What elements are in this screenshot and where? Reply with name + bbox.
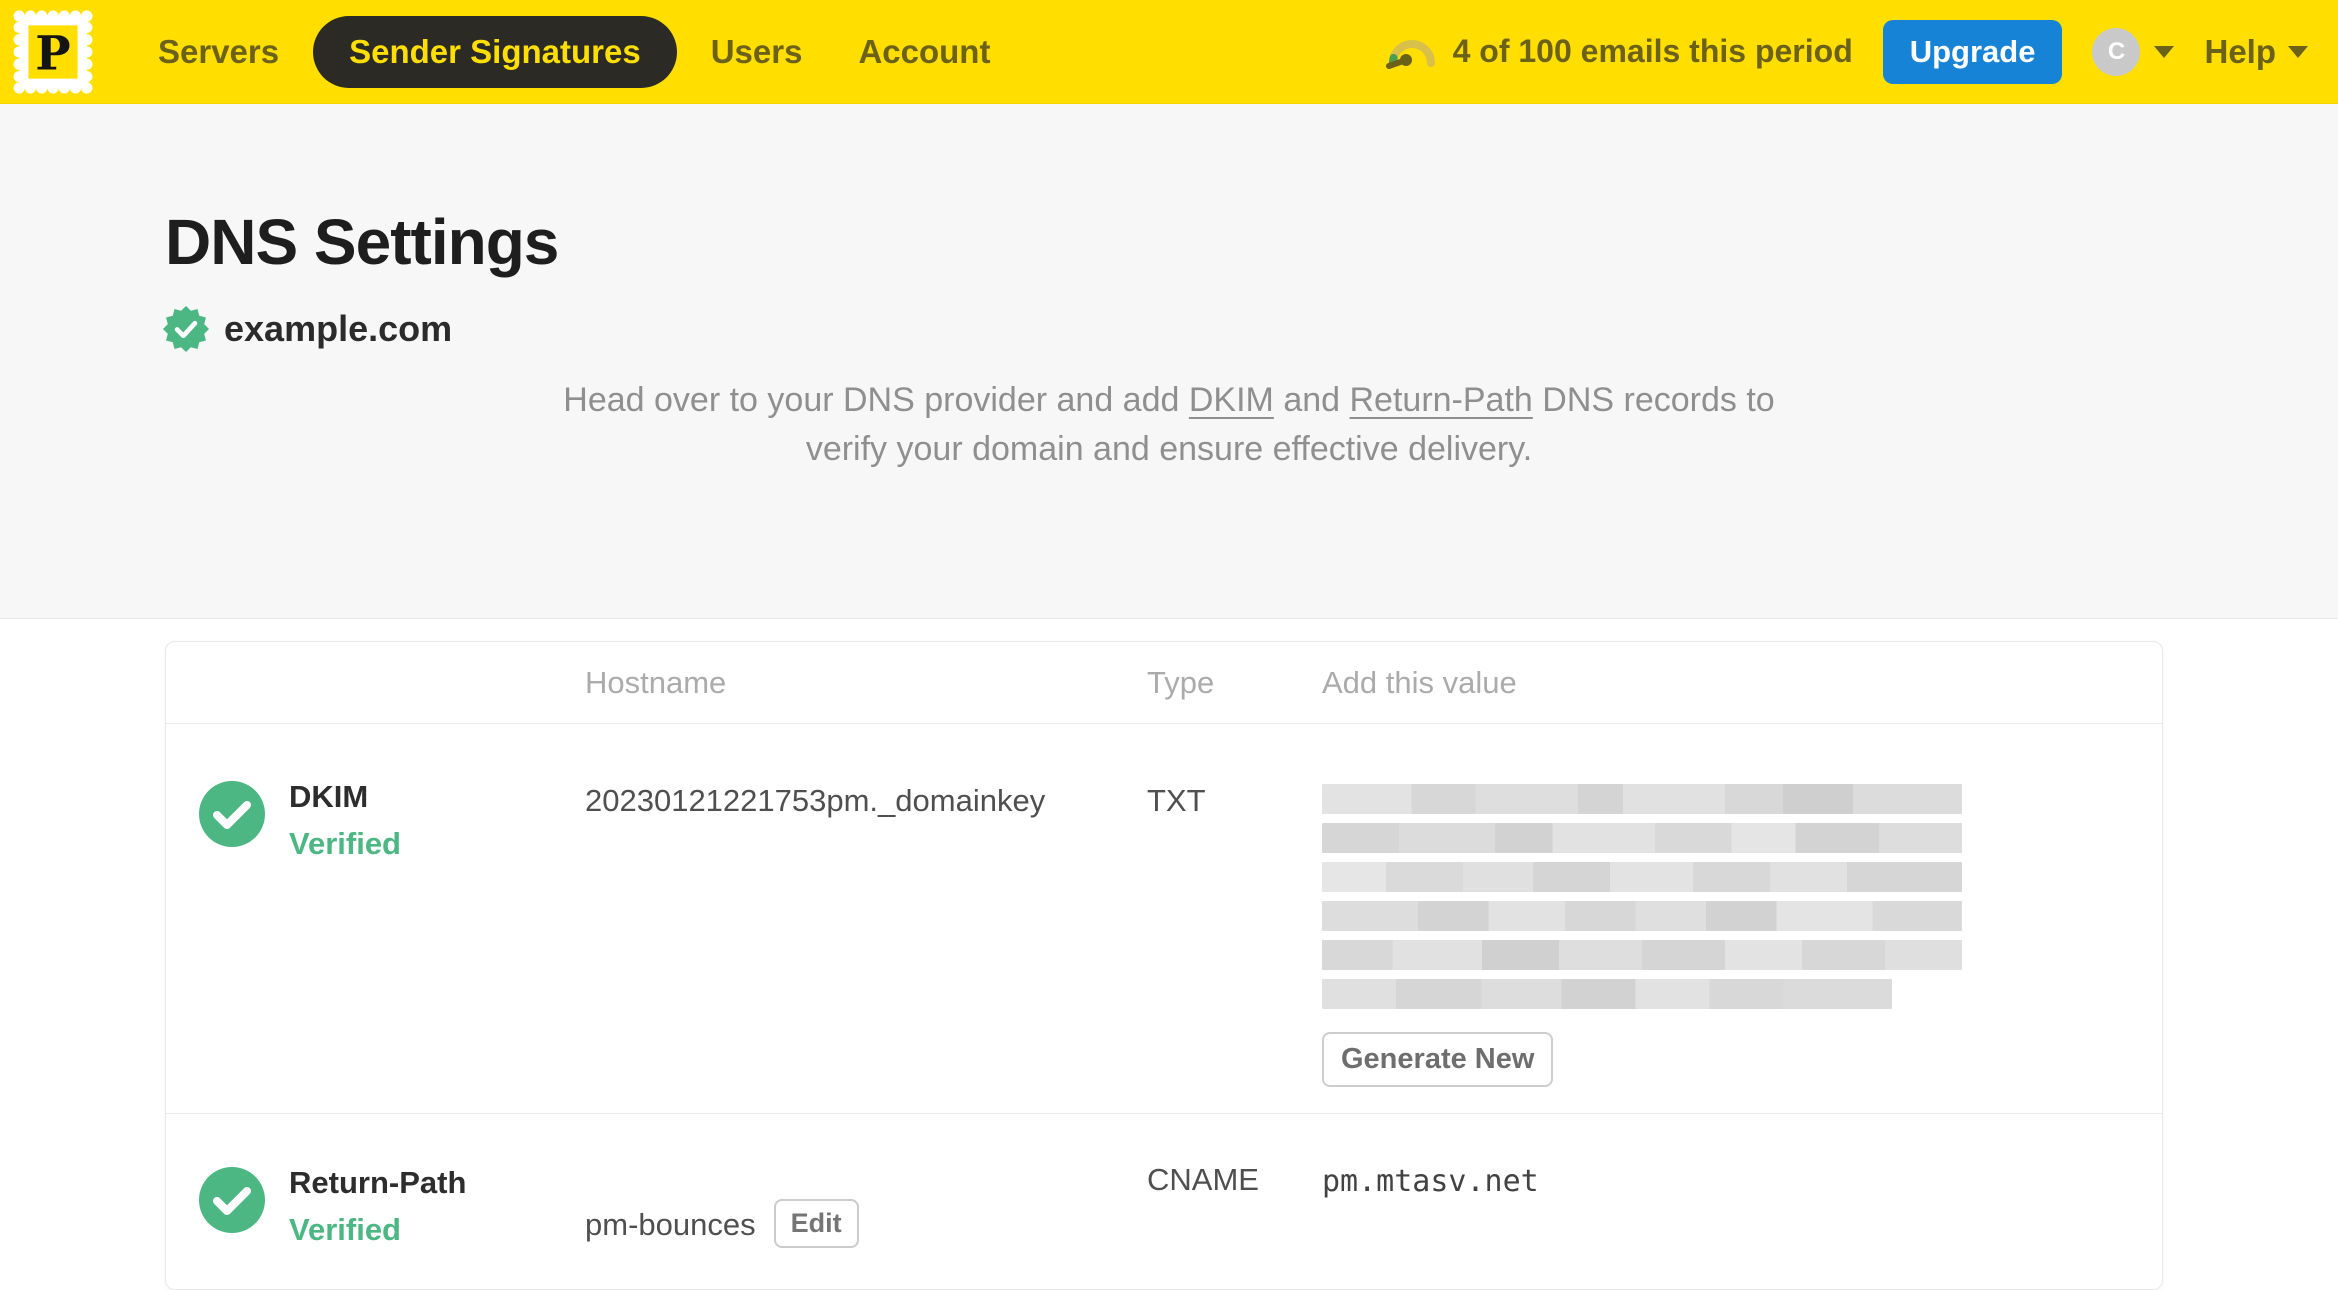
- redacted-value-line: [1322, 979, 1892, 1009]
- dkim-status-text: DKIM Verified: [289, 779, 401, 1113]
- primary-nav: Servers Sender Signatures Users Account: [136, 15, 1012, 88]
- avatar: C: [2092, 27, 2141, 76]
- return-path-status-text: Return-Path Verified: [289, 1165, 466, 1289]
- description-text: and: [1273, 381, 1350, 419]
- nav-item-account[interactable]: Account: [836, 19, 1012, 85]
- table-header-row: Hostname Type Add this value: [166, 642, 2162, 723]
- column-header-type: Type: [1147, 664, 1215, 700]
- record-name: Return-Path: [289, 1165, 467, 1200]
- nav-item-users[interactable]: Users: [689, 19, 825, 85]
- description-text: Head over to your DNS provider and add: [563, 381, 1189, 419]
- dkim-value-cell: Generate New: [1314, 724, 2162, 1113]
- page-description: Head over to your DNS provider and add D…: [509, 376, 1829, 475]
- return-path-value: pm.mtasv.net: [1322, 1164, 1539, 1199]
- nav-item-sender-signatures[interactable]: Sender Signatures: [313, 15, 677, 88]
- verified-seal-icon: [163, 306, 209, 352]
- status-badge: Verified: [289, 826, 401, 861]
- record-name: DKIM: [289, 779, 369, 814]
- table-row-dkim: DKIM Verified 20230121221753pm._domainke…: [166, 723, 2162, 1113]
- nav-right: 4 of 100 emails this period Upgrade C He…: [1385, 19, 2308, 84]
- edit-button[interactable]: Edit: [773, 1199, 859, 1248]
- verified-check-icon: [199, 1167, 265, 1233]
- dkim-link[interactable]: DKIM: [1189, 381, 1274, 419]
- return-path-link[interactable]: Return-Path: [1350, 381, 1533, 419]
- dkim-status-cell: DKIM Verified: [166, 724, 585, 1113]
- page-title: DNS Settings: [165, 206, 559, 278]
- account-menu[interactable]: C: [2092, 27, 2175, 76]
- redacted-value-line: [1322, 823, 1962, 853]
- description-text: DNS records to: [1532, 381, 1775, 419]
- return-path-value-cell: pm.mtasv.net: [1314, 1114, 2162, 1289]
- usage-meter-link[interactable]: 4 of 100 emails this period: [1385, 33, 1853, 71]
- redacted-value-line: [1322, 940, 1962, 970]
- redacted-value-line: [1322, 862, 1962, 892]
- postmark-logo[interactable]: P: [12, 9, 94, 95]
- column-header-hostname: Hostname: [585, 664, 727, 700]
- return-path-hostname: pm-bounces: [585, 1206, 756, 1242]
- chevron-down-icon: [2154, 45, 2175, 58]
- chevron-down-icon: [2288, 45, 2308, 58]
- redacted-value-line: [1322, 901, 1962, 931]
- usage-text: 4 of 100 emails this period: [1452, 33, 1853, 69]
- upgrade-button[interactable]: Upgrade: [1882, 19, 2063, 84]
- gauge-icon: [1385, 39, 1435, 69]
- status-badge: Verified: [289, 1212, 401, 1247]
- return-path-hostname-cell: pm-bounces Edit: [585, 1114, 1147, 1289]
- domain-row: example.com: [163, 306, 2338, 352]
- dkim-hostname: 20230121221753pm._domainkey: [585, 783, 1046, 818]
- description-text: verify your domain and ensure effective …: [805, 430, 1533, 469]
- return-path-status-cell: Return-Path Verified: [166, 1114, 585, 1289]
- generate-new-button[interactable]: Generate New: [1322, 1032, 1554, 1087]
- verified-check-icon: [199, 781, 265, 847]
- logo-letter: P: [35, 26, 70, 81]
- dkim-type: TXT: [1147, 783, 1206, 818]
- help-label: Help: [2204, 32, 2276, 70]
- table-row-return-path: Return-Path Verified pm-bounces Edit CNA…: [166, 1113, 2162, 1289]
- dns-records-table: Hostname Type Add this value DKIM Verifi…: [165, 641, 2163, 1290]
- domain-name: example.com: [224, 308, 453, 349]
- help-menu[interactable]: Help: [2204, 33, 2308, 71]
- main-content: DNS Settings example.com Head over to yo…: [0, 104, 2338, 1290]
- redacted-value-line: [1322, 784, 1962, 814]
- nav-item-servers[interactable]: Servers: [136, 19, 301, 85]
- return-path-type: CNAME: [1147, 1162, 1259, 1197]
- top-nav: P Servers Sender Signatures Users Accoun…: [0, 0, 2338, 104]
- column-header-add-this-value: Add this value: [1322, 664, 1517, 700]
